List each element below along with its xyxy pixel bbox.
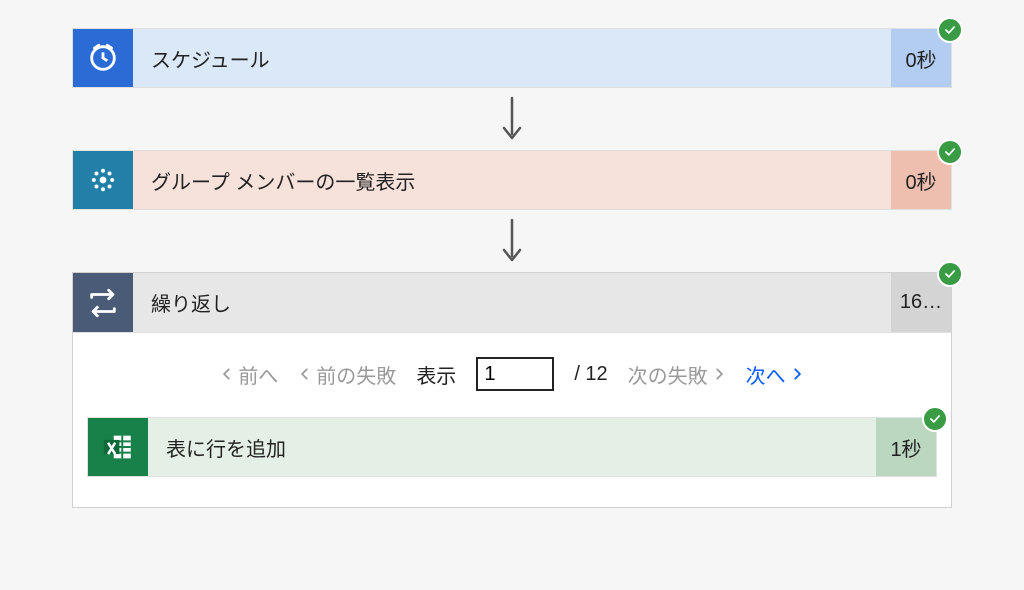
success-check-icon: [922, 406, 948, 432]
step-add-row[interactable]: 表に行を追加 1秒: [87, 417, 937, 477]
step-schedule-label: スケジュール: [133, 29, 891, 87]
pager-prev-label: 前へ: [238, 360, 278, 389]
group-dots-icon: [73, 151, 133, 209]
loop-body: 前へ 前の失敗 表示 / 12 次の失敗 次へ: [73, 333, 951, 507]
pager-prev-fail: 前の失敗: [298, 360, 396, 389]
pager-prev-fail-label: 前の失敗: [316, 360, 396, 389]
clock-icon: [73, 29, 133, 87]
step-schedule[interactable]: スケジュール 0秒: [72, 28, 952, 88]
step-loop[interactable]: 繰り返し 16…: [73, 273, 951, 333]
pager-page-input[interactable]: [476, 357, 554, 391]
success-check-icon: [937, 139, 963, 165]
success-check-icon: [937, 261, 963, 287]
step-loop-label: 繰り返し: [133, 273, 891, 332]
arrow-down-icon: [501, 88, 523, 150]
pager-next[interactable]: 次へ: [746, 360, 804, 389]
excel-icon: [88, 418, 148, 476]
pager-next-fail: 次の失敗: [628, 360, 726, 389]
pager-next-fail-label: 次の失敗: [628, 360, 708, 389]
pager-show-label: 表示: [416, 360, 456, 389]
step-list-members-label: グループ メンバーの一覧表示: [133, 151, 891, 209]
step-list-members[interactable]: グループ メンバーの一覧表示 0秒: [72, 150, 952, 210]
loop-icon: [73, 273, 133, 332]
success-check-icon: [937, 17, 963, 43]
step-add-row-label: 表に行を追加: [148, 418, 876, 476]
pager-next-label: 次へ: [746, 360, 786, 389]
flow-canvas: スケジュール 0秒: [0, 0, 1024, 590]
pager-total: / 12: [574, 363, 607, 386]
loop-container: 繰り返し 16… 前へ 前の失敗 表示: [72, 272, 952, 508]
arrow-down-icon: [501, 210, 523, 272]
iteration-pager: 前へ 前の失敗 表示 / 12 次の失敗 次へ: [87, 357, 937, 391]
pager-prev: 前へ: [220, 360, 278, 389]
